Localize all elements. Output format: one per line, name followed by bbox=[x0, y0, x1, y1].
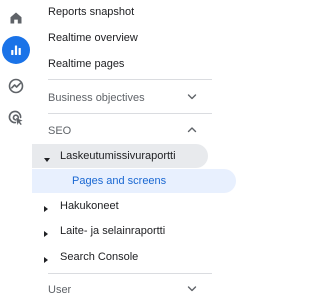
nav-group-hakukoneet[interactable]: Hakukoneet bbox=[32, 194, 242, 218]
section-label: SEO bbox=[48, 125, 72, 137]
explore-icon[interactable] bbox=[2, 72, 30, 100]
chevron-down-icon bbox=[187, 91, 197, 107]
nav-item-pages-and-screens[interactable]: Pages and screens bbox=[32, 169, 236, 193]
icon-rail bbox=[0, 0, 32, 300]
report-navigation: Reports snapshot Realtime overview Realt… bbox=[32, 0, 242, 300]
analytics-app: Reports snapshot Realtime overview Realt… bbox=[0, 0, 242, 300]
chevron-up-icon bbox=[187, 124, 197, 140]
nav-group-laite-ja-selainraportti[interactable]: Laite- ja selainraportti bbox=[32, 219, 242, 243]
home-icon[interactable] bbox=[2, 4, 30, 32]
nav-item-label: Reports snapshot bbox=[48, 6, 135, 18]
caret-right-icon bbox=[44, 203, 49, 215]
section-label: User bbox=[48, 284, 72, 296]
nav-item-label: Realtime overview bbox=[48, 32, 138, 44]
section-label: Business objectives bbox=[48, 92, 145, 104]
nav-item-label: Pages and screens bbox=[72, 175, 167, 187]
reports-icon[interactable] bbox=[2, 36, 30, 64]
caret-down-icon bbox=[44, 154, 50, 166]
advertising-icon[interactable] bbox=[2, 104, 30, 132]
divider bbox=[48, 273, 212, 274]
nav-group-laskeutumissivuraportti[interactable]: Laskeutumissivuraportti bbox=[32, 144, 208, 168]
nav-group-label: Search Console bbox=[60, 251, 139, 263]
nav-group-label: Laite- ja selainraportti bbox=[60, 225, 166, 237]
nav-group-search-console[interactable]: Search Console bbox=[32, 245, 242, 269]
nav-group-label: Laskeutumissivuraportti bbox=[60, 150, 176, 162]
divider bbox=[48, 79, 212, 80]
divider bbox=[48, 113, 212, 114]
caret-right-icon bbox=[44, 228, 49, 240]
caret-right-icon bbox=[44, 254, 49, 266]
nav-item-label: Realtime pages bbox=[48, 58, 125, 70]
nav-group-label: Hakukoneet bbox=[60, 200, 119, 212]
chevron-down-icon bbox=[187, 283, 197, 299]
